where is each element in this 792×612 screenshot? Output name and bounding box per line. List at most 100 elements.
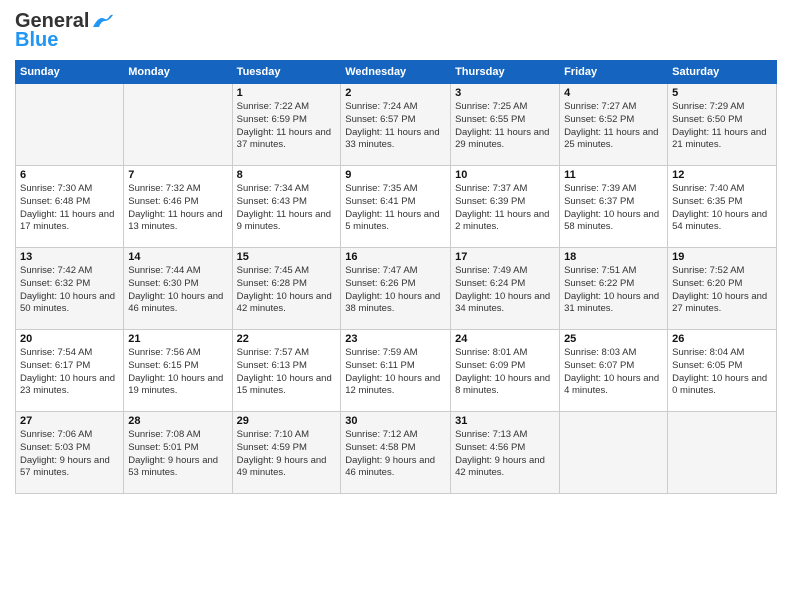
day-detail: Sunrise: 7:42 AMSunset: 6:32 PMDaylight:… [20, 265, 119, 316]
day-detail: Sunrise: 7:32 AMSunset: 6:46 PMDaylight:… [128, 183, 227, 234]
calendar-cell: 16 Sunrise: 7:47 AMSunset: 6:26 PMDayligh… [341, 248, 451, 330]
day-number: 17 [455, 251, 555, 263]
week-row-3: 13 Sunrise: 7:42 AMSunset: 6:32 PMDayligh… [16, 248, 777, 330]
day-detail: Sunrise: 7:27 AMSunset: 6:52 PMDaylight:… [564, 101, 663, 152]
day-number: 5 [672, 87, 772, 99]
day-detail: Sunrise: 7:22 AMSunset: 6:59 PMDaylight:… [237, 101, 337, 152]
calendar-cell: 26 Sunrise: 8:04 AMSunset: 6:05 PMDayligh… [668, 330, 777, 412]
day-detail: Sunrise: 7:51 AMSunset: 6:22 PMDaylight:… [564, 265, 663, 316]
day-number: 20 [20, 333, 119, 345]
day-number: 19 [672, 251, 772, 263]
calendar-cell: 28Sunrise: 7:08 AMSunset: 5:01 PMDayligh… [124, 412, 232, 494]
weekday-header-saturday: Saturday [668, 61, 777, 84]
logo-blue: Blue [15, 29, 58, 52]
calendar-cell: 20Sunrise: 7:54 AMSunset: 6:17 PMDayligh… [16, 330, 124, 412]
calendar-cell: 21Sunrise: 7:56 AMSunset: 6:15 PMDayligh… [124, 330, 232, 412]
calendar-cell: 9Sunrise: 7:35 AMSunset: 6:41 PMDaylight… [341, 166, 451, 248]
weekday-header-friday: Friday [560, 61, 668, 84]
calendar-cell: 30 Sunrise: 7:12 AMSunset: 4:58 PMDayligh… [341, 412, 451, 494]
day-detail: Sunrise: 7:39 AMSunset: 6:37 PMDaylight:… [564, 183, 663, 234]
day-detail: Sunrise: 7:30 AMSunset: 6:48 PMDaylight:… [20, 183, 119, 234]
calendar-cell [16, 84, 124, 166]
day-detail: Sunrise: 8:04 AMSunset: 6:05 PMDaylight:… [672, 347, 772, 398]
calendar-cell: 1 Sunrise: 7:22 AMSunset: 6:59 PMDaylight… [232, 84, 341, 166]
day-detail: Sunrise: 7:47 AMSunset: 6:26 PMDaylight:… [345, 265, 446, 316]
day-detail: Sunrise: 8:03 AMSunset: 6:07 PMDaylight:… [564, 347, 663, 398]
day-number: 1 [237, 87, 337, 99]
day-number: 18 [564, 251, 663, 263]
day-detail: Sunrise: 7:29 AMSunset: 6:50 PMDaylight:… [672, 101, 772, 152]
day-number: 6 [20, 169, 119, 181]
week-row-4: 20Sunrise: 7:54 AMSunset: 6:17 PMDayligh… [16, 330, 777, 412]
calendar-cell: 5 Sunrise: 7:29 AMSunset: 6:50 PMDaylight… [668, 84, 777, 166]
calendar-cell: 29 Sunrise: 7:10 AMSunset: 4:59 PMDayligh… [232, 412, 341, 494]
day-detail: Sunrise: 7:45 AMSunset: 6:28 PMDaylight:… [237, 265, 337, 316]
day-number: 12 [672, 169, 772, 181]
day-number: 30 [345, 415, 446, 427]
day-number: 15 [237, 251, 337, 263]
calendar-table: SundayMondayTuesdayWednesdayThursdayFrid… [15, 60, 777, 494]
calendar-cell: 17 Sunrise: 7:49 AMSunset: 6:24 PMDayligh… [451, 248, 560, 330]
calendar-cell [668, 412, 777, 494]
calendar-cell: 27Sunrise: 7:06 AMSunset: 5:03 PMDayligh… [16, 412, 124, 494]
day-detail: Sunrise: 8:01 AMSunset: 6:09 PMDaylight:… [455, 347, 555, 398]
calendar-cell: 3Sunrise: 7:25 AMSunset: 6:55 PMDaylight… [451, 84, 560, 166]
day-number: 26 [672, 333, 772, 345]
day-detail: Sunrise: 7:49 AMSunset: 6:24 PMDaylight:… [455, 265, 555, 316]
calendar-cell: 2 Sunrise: 7:24 AMSunset: 6:57 PMDaylight… [341, 84, 451, 166]
day-number: 24 [455, 333, 555, 345]
day-number: 22 [237, 333, 337, 345]
weekday-header-sunday: Sunday [16, 61, 124, 84]
calendar-cell [560, 412, 668, 494]
calendar-cell: 7 Sunrise: 7:32 AMSunset: 6:46 PMDaylight… [124, 166, 232, 248]
day-number: 4 [564, 87, 663, 99]
calendar-cell: 15 Sunrise: 7:45 AMSunset: 6:28 PMDayligh… [232, 248, 341, 330]
calendar-cell: 13 Sunrise: 7:42 AMSunset: 6:32 PMDayligh… [16, 248, 124, 330]
calendar-cell: 25 Sunrise: 8:03 AMSunset: 6:07 PMDayligh… [560, 330, 668, 412]
calendar-cell: 11 Sunrise: 7:39 AMSunset: 6:37 PMDayligh… [560, 166, 668, 248]
day-number: 9 [345, 169, 446, 181]
day-detail: Sunrise: 7:44 AMSunset: 6:30 PMDaylight:… [128, 265, 227, 316]
day-number: 23 [345, 333, 446, 345]
calendar-cell: 19 Sunrise: 7:52 AMSunset: 6:20 PMDayligh… [668, 248, 777, 330]
week-row-1: 1 Sunrise: 7:22 AMSunset: 6:59 PMDaylight… [16, 84, 777, 166]
day-detail: Sunrise: 7:37 AMSunset: 6:39 PMDaylight:… [455, 183, 555, 234]
day-number: 7 [128, 169, 227, 181]
day-number: 25 [564, 333, 663, 345]
day-number: 27 [20, 415, 119, 427]
calendar-cell: 4 Sunrise: 7:27 AMSunset: 6:52 PMDaylight… [560, 84, 668, 166]
day-number: 2 [345, 87, 446, 99]
calendar-cell: 22 Sunrise: 7:57 AMSunset: 6:13 PMDayligh… [232, 330, 341, 412]
weekday-header-tuesday: Tuesday [232, 61, 341, 84]
weekday-header-wednesday: Wednesday [341, 61, 451, 84]
week-row-2: 6 Sunrise: 7:30 AMSunset: 6:48 PMDaylight… [16, 166, 777, 248]
logo-bird-icon [91, 13, 113, 31]
day-detail: Sunrise: 7:57 AMSunset: 6:13 PMDaylight:… [237, 347, 337, 398]
calendar-cell: 8Sunrise: 7:34 AMSunset: 6:43 PMDaylight… [232, 166, 341, 248]
calendar-cell: 10 Sunrise: 7:37 AMSunset: 6:39 PMDayligh… [451, 166, 560, 248]
weekday-header-thursday: Thursday [451, 61, 560, 84]
day-detail: Sunrise: 7:24 AMSunset: 6:57 PMDaylight:… [345, 101, 446, 152]
logo: General Blue [15, 10, 113, 52]
calendar-cell: 31Sunrise: 7:13 AMSunset: 4:56 PMDayligh… [451, 412, 560, 494]
day-number: 29 [237, 415, 337, 427]
day-detail: Sunrise: 7:12 AMSunset: 4:58 PMDaylight:… [345, 429, 446, 480]
day-number: 16 [345, 251, 446, 263]
day-detail: Sunrise: 7:10 AMSunset: 4:59 PMDaylight:… [237, 429, 337, 480]
day-number: 10 [455, 169, 555, 181]
day-number: 8 [237, 169, 337, 181]
calendar-cell: 23Sunrise: 7:59 AMSunset: 6:11 PMDayligh… [341, 330, 451, 412]
day-number: 21 [128, 333, 227, 345]
day-detail: Sunrise: 7:13 AMSunset: 4:56 PMDaylight:… [455, 429, 555, 480]
day-detail: Sunrise: 7:52 AMSunset: 6:20 PMDaylight:… [672, 265, 772, 316]
day-detail: Sunrise: 7:40 AMSunset: 6:35 PMDaylight:… [672, 183, 772, 234]
day-number: 11 [564, 169, 663, 181]
calendar-cell [124, 84, 232, 166]
calendar-cell: 12 Sunrise: 7:40 AMSunset: 6:35 PMDayligh… [668, 166, 777, 248]
calendar-cell: 18 Sunrise: 7:51 AMSunset: 6:22 PMDayligh… [560, 248, 668, 330]
calendar-cell: 6 Sunrise: 7:30 AMSunset: 6:48 PMDaylight… [16, 166, 124, 248]
day-detail: Sunrise: 7:25 AMSunset: 6:55 PMDaylight:… [455, 101, 555, 152]
weekday-header-row: SundayMondayTuesdayWednesdayThursdayFrid… [16, 61, 777, 84]
day-number: 13 [20, 251, 119, 263]
calendar-cell: 14Sunrise: 7:44 AMSunset: 6:30 PMDayligh… [124, 248, 232, 330]
